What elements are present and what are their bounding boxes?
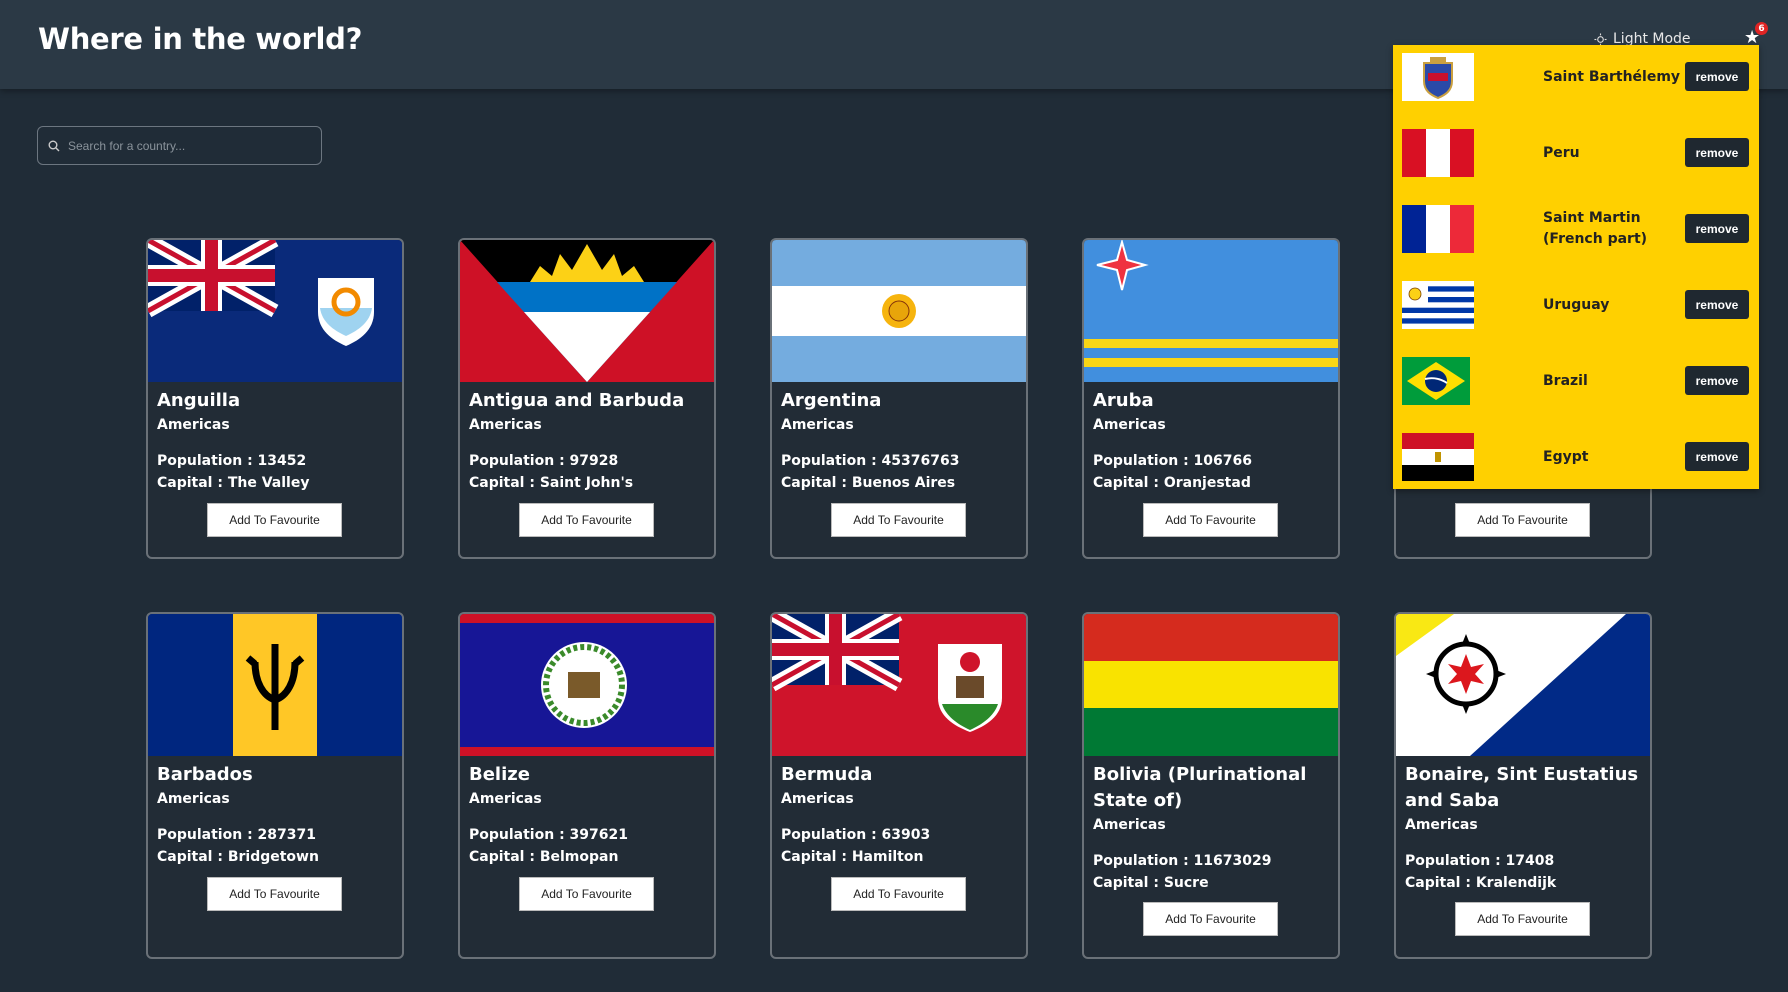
aruba-flag xyxy=(1084,240,1338,382)
country-capital: Capital : Saint John's xyxy=(469,475,634,491)
page-title: Where in the world? xyxy=(38,22,363,56)
bermuda-flag xyxy=(772,614,1026,756)
country-card[interactable]: Bonaire, Sint Eustatius and Saba America… xyxy=(1394,612,1652,959)
add-to-favourite-button[interactable]: Add To Favourite xyxy=(831,877,966,911)
belize-flag xyxy=(460,614,714,756)
add-to-favourite-button[interactable]: Add To Favourite xyxy=(1143,902,1278,936)
country-capital: Capital : Sucre xyxy=(1093,875,1209,891)
country-region: Americas xyxy=(469,417,542,433)
country-region: Americas xyxy=(1093,817,1166,833)
country-name: Bonaire, Sint Eustatius and Saba xyxy=(1405,764,1639,811)
brazil-flag xyxy=(1402,357,1470,405)
country-capital: Capital : Bridgetown xyxy=(157,849,319,865)
country-population: Population : 11673029 xyxy=(1093,853,1272,869)
country-capital: Capital : Hamilton xyxy=(781,849,924,865)
country-name: Bolivia (Plurinational State of) xyxy=(1093,764,1307,811)
add-to-favourite-button[interactable]: Add To Favourite xyxy=(1455,902,1590,936)
country-name: Anguilla xyxy=(157,390,241,411)
bolivia-flag xyxy=(1084,614,1338,756)
remove-button[interactable]: remove xyxy=(1685,442,1749,471)
country-region: Americas xyxy=(157,417,230,433)
add-to-favourite-button[interactable]: Add To Favourite xyxy=(831,503,966,537)
anguilla-flag xyxy=(148,240,402,382)
country-name: Antigua and Barbuda xyxy=(469,390,685,411)
country-population: Population : 45376763 xyxy=(781,453,960,469)
country-population: Population : 97928 xyxy=(469,453,619,469)
country-region: Americas xyxy=(781,417,854,433)
favourite-item: Saint Martin (French part) remove xyxy=(1393,197,1759,267)
country-region: Americas xyxy=(469,791,542,807)
egypt-flag xyxy=(1402,433,1474,481)
peru-flag xyxy=(1402,129,1474,177)
country-card[interactable]: Anguilla Americas Population : 13452 Cap… xyxy=(146,238,404,559)
favourite-name: Peru xyxy=(1543,144,1580,161)
country-card[interactable]: Aruba Americas Population : 106766 Capit… xyxy=(1082,238,1340,559)
add-to-favourite-button[interactable]: Add To Favourite xyxy=(207,503,342,537)
country-population: Population : 397621 xyxy=(469,827,628,843)
country-capital: Capital : Buenos Aires xyxy=(781,475,956,491)
country-name: Bermuda xyxy=(781,764,873,785)
saint-martin-flag xyxy=(1402,205,1474,253)
add-to-favourite-button[interactable]: Add To Favourite xyxy=(1143,503,1278,537)
remove-button[interactable]: remove xyxy=(1685,290,1749,319)
country-capital: Capital : The Valley xyxy=(157,475,310,491)
country-region: Americas xyxy=(1093,417,1166,433)
favourite-name: Egypt xyxy=(1543,448,1589,465)
country-capital: Capital : Oranjestad xyxy=(1093,475,1251,491)
add-to-favourite-button[interactable]: Add To Favourite xyxy=(519,877,654,911)
country-capital: Capital : Kralendijk xyxy=(1405,875,1557,891)
favourite-item: Peru remove xyxy=(1393,121,1759,191)
country-card[interactable]: Belize Americas Population : 397621 Capi… xyxy=(458,612,716,959)
remove-button[interactable]: remove xyxy=(1685,62,1749,91)
country-name: Aruba xyxy=(1093,390,1154,411)
add-to-favourite-button[interactable]: Add To Favourite xyxy=(207,877,342,911)
country-card[interactable]: Argentina Americas Population : 45376763… xyxy=(770,238,1028,559)
favourite-item: Saint Barthélemy remove xyxy=(1393,45,1759,115)
favourites-dropdown: Saint Barthélemy remove Peru remove Sain… xyxy=(1393,45,1759,489)
search-input[interactable] xyxy=(68,138,308,153)
uruguay-flag xyxy=(1402,281,1474,329)
country-region: Americas xyxy=(781,791,854,807)
favourite-name: Saint Barthélemy xyxy=(1543,68,1681,85)
country-name: Argentina xyxy=(781,390,882,411)
country-population: Population : 13452 xyxy=(157,453,307,469)
favourite-name: Uruguay xyxy=(1543,296,1610,313)
antigua-and-barbuda-flag xyxy=(460,240,714,382)
sun-icon xyxy=(1594,32,1607,46)
country-population: Population : 17408 xyxy=(1405,853,1555,869)
add-to-favourite-button[interactable]: Add To Favourite xyxy=(1455,503,1590,537)
favourite-name: Saint Martin (French part) xyxy=(1543,210,1648,247)
country-population: Population : 106766 xyxy=(1093,453,1252,469)
saint-barthelemy-flag xyxy=(1402,53,1474,101)
remove-button[interactable]: remove xyxy=(1685,138,1749,167)
country-population: Population : 63903 xyxy=(781,827,931,843)
country-card[interactable]: Bolivia (Plurinational State of) America… xyxy=(1082,612,1340,959)
favourite-item: Egypt remove xyxy=(1393,425,1759,495)
argentina-flag xyxy=(772,240,1026,382)
bonaire-flag xyxy=(1396,614,1650,756)
favourites-count-badge: 6 xyxy=(1755,22,1768,35)
country-name: Barbados xyxy=(157,764,253,785)
country-card[interactable]: Bermuda Americas Population : 63903 Capi… xyxy=(770,612,1028,959)
country-region: Americas xyxy=(157,791,230,807)
remove-button[interactable]: remove xyxy=(1685,214,1749,243)
country-region: Americas xyxy=(1405,817,1478,833)
barbados-flag xyxy=(148,614,402,756)
remove-button[interactable]: remove xyxy=(1685,366,1749,395)
country-card[interactable]: Barbados Americas Population : 287371 Ca… xyxy=(146,612,404,959)
country-card[interactable]: Antigua and Barbuda Americas Population … xyxy=(458,238,716,559)
search-box xyxy=(37,126,322,165)
favourite-item: Brazil remove xyxy=(1393,349,1759,419)
favourite-name: Brazil xyxy=(1543,372,1588,389)
country-capital: Capital : Belmopan xyxy=(469,849,619,865)
country-population: Population : 287371 xyxy=(157,827,316,843)
add-to-favourite-button[interactable]: Add To Favourite xyxy=(519,503,654,537)
country-name: Belize xyxy=(469,764,530,785)
favourite-item: Uruguay remove xyxy=(1393,273,1759,343)
search-icon xyxy=(48,140,60,151)
